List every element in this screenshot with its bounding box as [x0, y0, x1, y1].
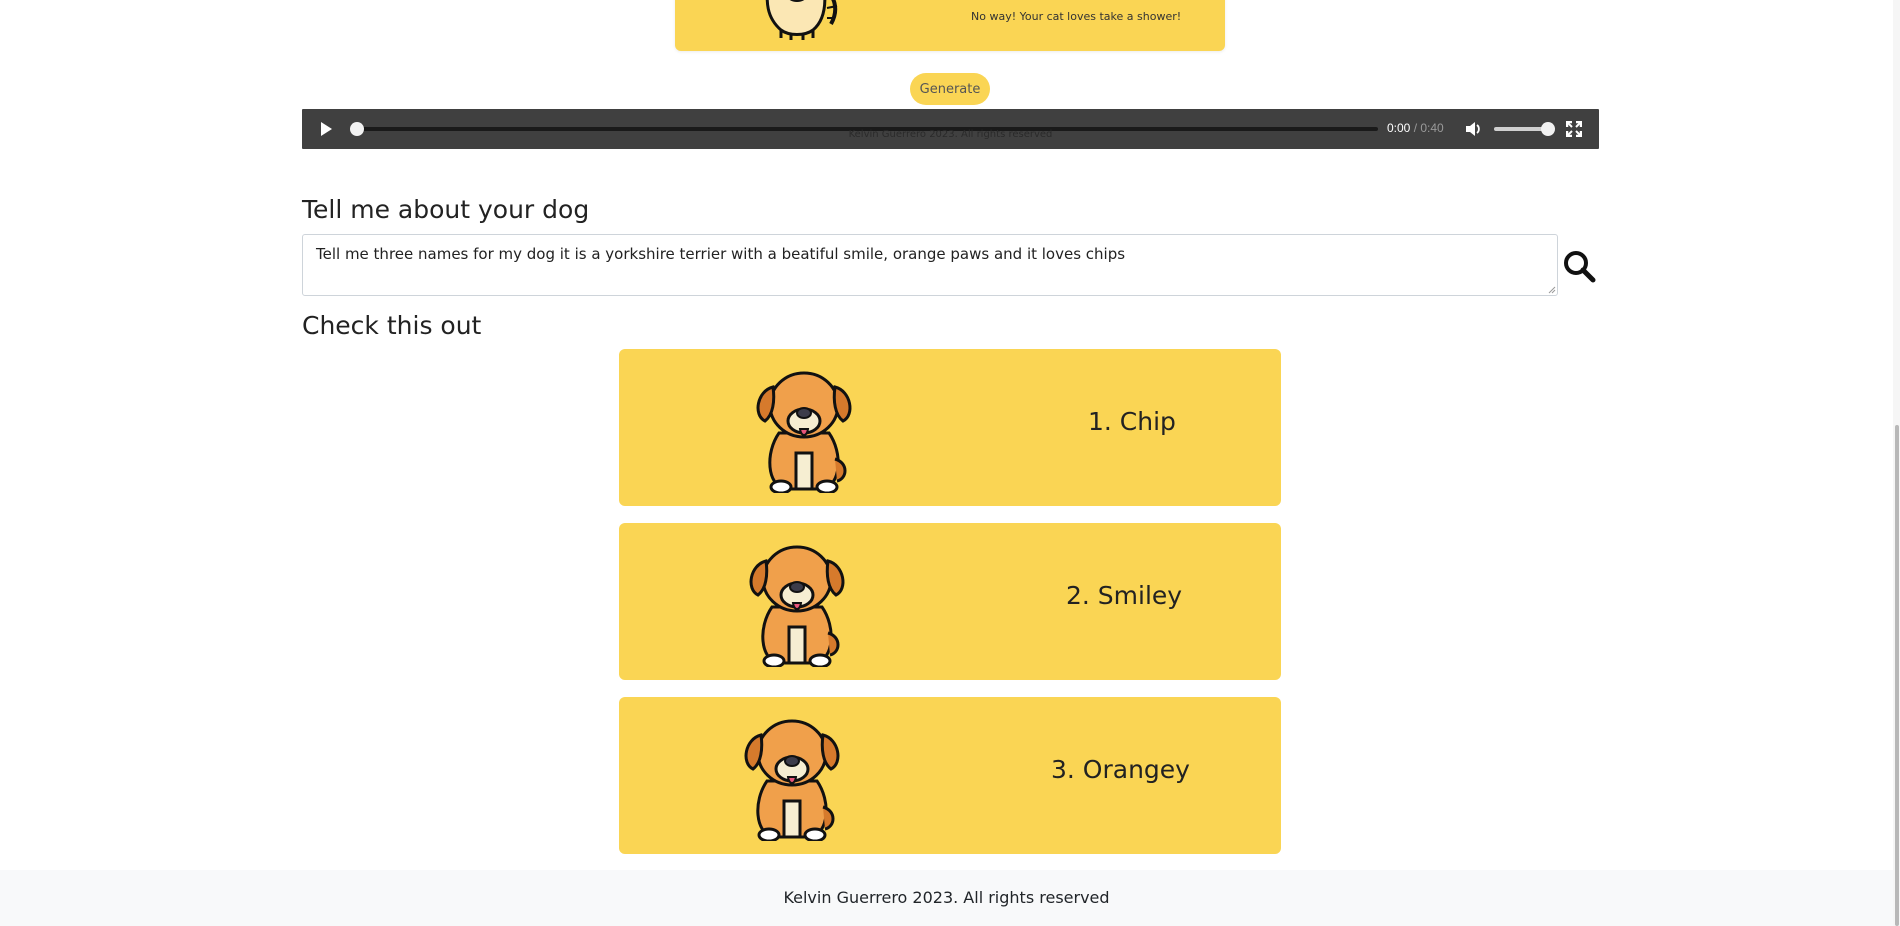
time-separator: / — [1410, 121, 1421, 135]
volume-icon[interactable] — [1464, 120, 1482, 138]
generate-button[interactable]: Generate — [910, 73, 990, 105]
current-time: 0:00 — [1387, 121, 1411, 135]
dog-result-card: 2. Smiley — [619, 523, 1281, 680]
results-title: Check this out — [302, 311, 482, 340]
dog-result-card: 1. Chip — [619, 349, 1281, 506]
seek-thumb[interactable] — [350, 122, 364, 136]
dog-name: 1. Chip — [1088, 407, 1176, 436]
dog-illustration-icon — [744, 719, 840, 841]
search-icon[interactable] — [1562, 249, 1596, 283]
dog-section-title: Tell me about your dog — [302, 195, 590, 224]
footer: Kelvin Guerrero 2023. All rights reserve… — [0, 870, 1893, 926]
audio-player[interactable]: Kelvin Guerrero 2023. All rights reserve… — [302, 109, 1599, 149]
total-time: 0:40 — [1420, 121, 1444, 135]
fullscreen-icon[interactable] — [1566, 121, 1582, 137]
footer-text: Kelvin Guerrero 2023. All rights reserve… — [783, 888, 1110, 907]
scrollbar-thumb[interactable] — [1895, 425, 1899, 926]
page: No way! Your cat loves take a shower! Ge… — [0, 0, 1900, 926]
dog-illustration-icon — [749, 545, 845, 667]
volume-track[interactable] — [1494, 127, 1548, 131]
dog-name: 2. Smiley — [1066, 581, 1183, 610]
dog-name: 3. Orangey — [1051, 755, 1190, 784]
dog-illustration-icon — [756, 371, 852, 493]
cat-illustration-icon — [765, 0, 838, 40]
cat-result-text: No way! Your cat loves take a shower! — [971, 10, 1182, 23]
resize-grip-icon[interactable] — [1547, 285, 1556, 294]
dog-result-card: 3. Orangey — [619, 697, 1281, 854]
time-display: 0:00 / 0:40 — [1387, 121, 1444, 135]
volume-thumb[interactable] — [1541, 122, 1555, 136]
cat-result-card: No way! Your cat loves take a shower! — [675, 0, 1225, 51]
dog-prompt-input[interactable]: Tell me three names for my dog it is a y… — [302, 234, 1558, 296]
